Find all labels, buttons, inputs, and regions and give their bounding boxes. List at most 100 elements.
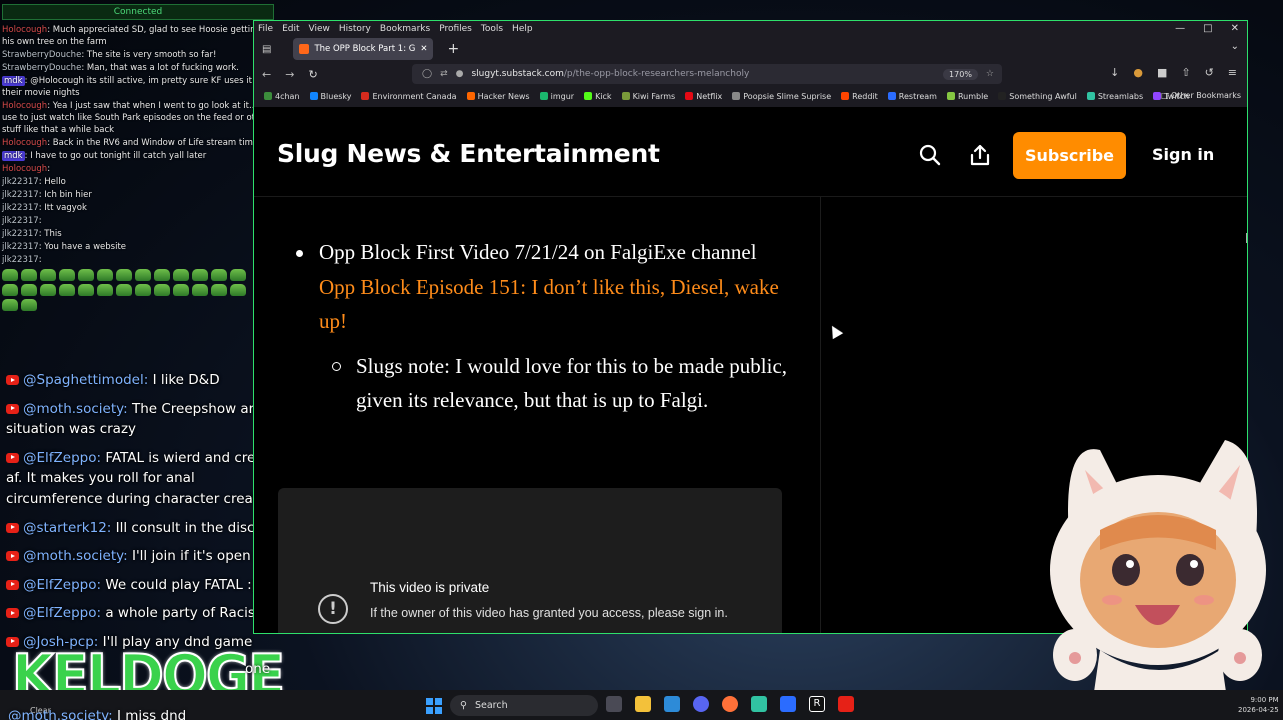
bookmark-item[interactable]: Hacker News: [466, 92, 530, 101]
frog-emote-icon: [116, 269, 132, 281]
permissions-icon[interactable]: ⇄: [440, 69, 448, 79]
chat-message: @moth.society: I'll join if it's open: [6, 546, 291, 567]
episode-link[interactable]: Opp Block Episode 151: I don’t like this…: [319, 275, 779, 334]
chat-message: Holocough: Yea I just saw that when I we…: [2, 101, 270, 135]
tab-view-icon[interactable]: ▤: [262, 44, 271, 55]
bookmark-favicon-icon: [621, 92, 630, 100]
bookmark-favicon-icon: [361, 92, 370, 100]
puzzle-icon[interactable]: ■: [1157, 66, 1167, 79]
discord-icon[interactable]: [693, 696, 709, 712]
chat-username: jlk22317: [2, 177, 39, 187]
bookmark-item[interactable]: Poopsie Slime Suprise: [732, 92, 831, 101]
menu-history[interactable]: History: [339, 24, 371, 34]
chat-username: jlk22317: [2, 216, 39, 226]
chat-message: Holocough: Much appreciated SD, glad to …: [2, 25, 261, 47]
youtube-icon: [6, 403, 19, 414]
chat-text: You have a website: [44, 242, 127, 252]
youtube-icon[interactable]: [838, 696, 854, 712]
bookmark-favicon-icon: [309, 92, 318, 100]
sign-in-button[interactable]: Sign in: [1152, 145, 1214, 164]
bookmark-item[interactable]: Streamlabs: [1086, 92, 1143, 101]
url-text[interactable]: slugyt.substack.com/p/the-opp-block-rese…: [471, 69, 749, 79]
frog-emote-icon: [192, 284, 208, 296]
tab-close-icon[interactable]: ✕: [420, 44, 427, 54]
maximize-icon[interactable]: □: [1203, 23, 1212, 34]
bookmark-item[interactable]: Bluesky: [309, 92, 351, 101]
bookmark-label: Environment Canada: [372, 91, 457, 101]
bookmark-item[interactable]: imgur: [539, 92, 574, 101]
chat-text: @Holocough its still active, im pretty s…: [2, 76, 267, 98]
frog-emote-icon: [230, 284, 246, 296]
taskbar-search-label: Search: [474, 700, 508, 711]
app-menu-icon[interactable]: ≡: [1228, 66, 1237, 79]
bookmark-favicon-icon: [466, 92, 475, 100]
menu-tools[interactable]: Tools: [481, 24, 503, 34]
forward-icon[interactable]: →: [285, 68, 294, 81]
frog-emote-icon: [135, 269, 151, 281]
url-bar[interactable]: ◯ ⇄ ● slugyt.substack.com/p/the-opp-bloc…: [412, 64, 1002, 84]
bookmark-item[interactable]: Environment Canada: [361, 91, 457, 101]
streamlabs-icon[interactable]: [751, 696, 767, 712]
sync-icon[interactable]: ↺: [1205, 66, 1214, 79]
bookmark-item[interactable]: 4chan: [264, 92, 300, 101]
menu-edit[interactable]: Edit: [282, 24, 299, 34]
bookmark-label: Poopsie Slime Suprise: [743, 91, 832, 101]
task-view-icon[interactable]: [606, 696, 622, 712]
menu-bookmarks[interactable]: Bookmarks: [380, 24, 430, 34]
back-icon[interactable]: ←: [262, 68, 271, 81]
lock-icon[interactable]: ●: [456, 69, 464, 79]
frog-emote-icon: [40, 269, 56, 281]
other-bookmarks[interactable]: □ Other Bookmarks: [1161, 91, 1241, 100]
frog-emote-icon: [192, 269, 208, 281]
scrollbar[interactable]: [1246, 233, 1247, 243]
menu-file[interactable]: File: [258, 24, 273, 34]
bookmark-item[interactable]: Reddit: [841, 92, 878, 101]
shield-icon[interactable]: ◯: [422, 69, 432, 79]
menu-profiles[interactable]: Profiles: [439, 24, 472, 34]
new-tab-icon[interactable]: +: [447, 41, 459, 57]
taskbar-search[interactable]: ⚲ Search: [450, 695, 598, 716]
frog-emote-icon: [59, 284, 75, 296]
chat-username: jlk22317: [2, 242, 39, 252]
tab-active[interactable]: The OPP Block Part 1: Gooners ✕: [293, 38, 434, 60]
clock[interactable]: 9:00 PM 2026-04-25: [1238, 695, 1279, 715]
app-icon-2[interactable]: [780, 696, 796, 712]
video-embed[interactable]: ! This video is private If the owner of …: [278, 488, 782, 633]
bookmark-favicon-icon: [264, 92, 272, 100]
chat-message: @starterk12: Ill consult in the discord: [6, 518, 291, 539]
search-icon[interactable]: [918, 143, 942, 167]
app-icon[interactable]: [664, 696, 680, 712]
firefox-icon[interactable]: [722, 696, 738, 712]
share-icon[interactable]: [968, 143, 992, 167]
share-icon[interactable]: ⇧: [1181, 66, 1190, 79]
download-icon[interactable]: ↓: [1110, 66, 1119, 79]
extension-icon[interactable]: ●: [1133, 66, 1143, 79]
file-explorer-icon[interactable]: [635, 696, 651, 712]
bookmark-item[interactable]: Kiwi Farms: [621, 92, 675, 101]
bookmark-item[interactable]: Rumble: [946, 92, 988, 101]
menu-help[interactable]: Help: [512, 24, 533, 34]
sidebar-divider: [820, 197, 821, 633]
r-app-icon[interactable]: R: [809, 696, 825, 712]
close-icon[interactable]: ✕: [1231, 23, 1239, 34]
tab-list-icon[interactable]: ⌄: [1231, 41, 1239, 52]
bookmark-item[interactable]: Something Awful: [998, 92, 1077, 101]
subscribe-button[interactable]: Subscribe: [1013, 132, 1126, 179]
tab-bar: ▤ The OPP Block Part 1: Gooners ✕ + ⌄: [254, 37, 1247, 61]
chat-message: jlk22317: Hello: [2, 177, 66, 187]
minimize-icon[interactable]: —: [1175, 23, 1185, 34]
menu-view[interactable]: View: [309, 24, 330, 34]
nav-bar: ← → ↻ ◯ ⇄ ● slugyt.substack.com/p/the-op…: [254, 61, 1247, 87]
chat-text: The site is very smooth so far!: [86, 50, 217, 60]
windows-start-icon[interactable]: [426, 698, 442, 714]
youtube-icon: [6, 608, 19, 619]
zoom-level[interactable]: 170%: [943, 68, 978, 80]
site-title[interactable]: Slug News & Entertainment: [277, 139, 660, 168]
bookmark-item[interactable]: Restream: [887, 92, 937, 101]
bookmark-star-icon[interactable]: ☆: [986, 69, 994, 79]
bookmark-item[interactable]: Kick: [584, 92, 612, 101]
bookmark-item[interactable]: Netflix: [685, 92, 722, 101]
chat-username: jlk22317: [2, 190, 39, 200]
reload-icon[interactable]: ↻: [308, 68, 317, 81]
chat-text: We could play FATAL :p: [105, 576, 261, 593]
